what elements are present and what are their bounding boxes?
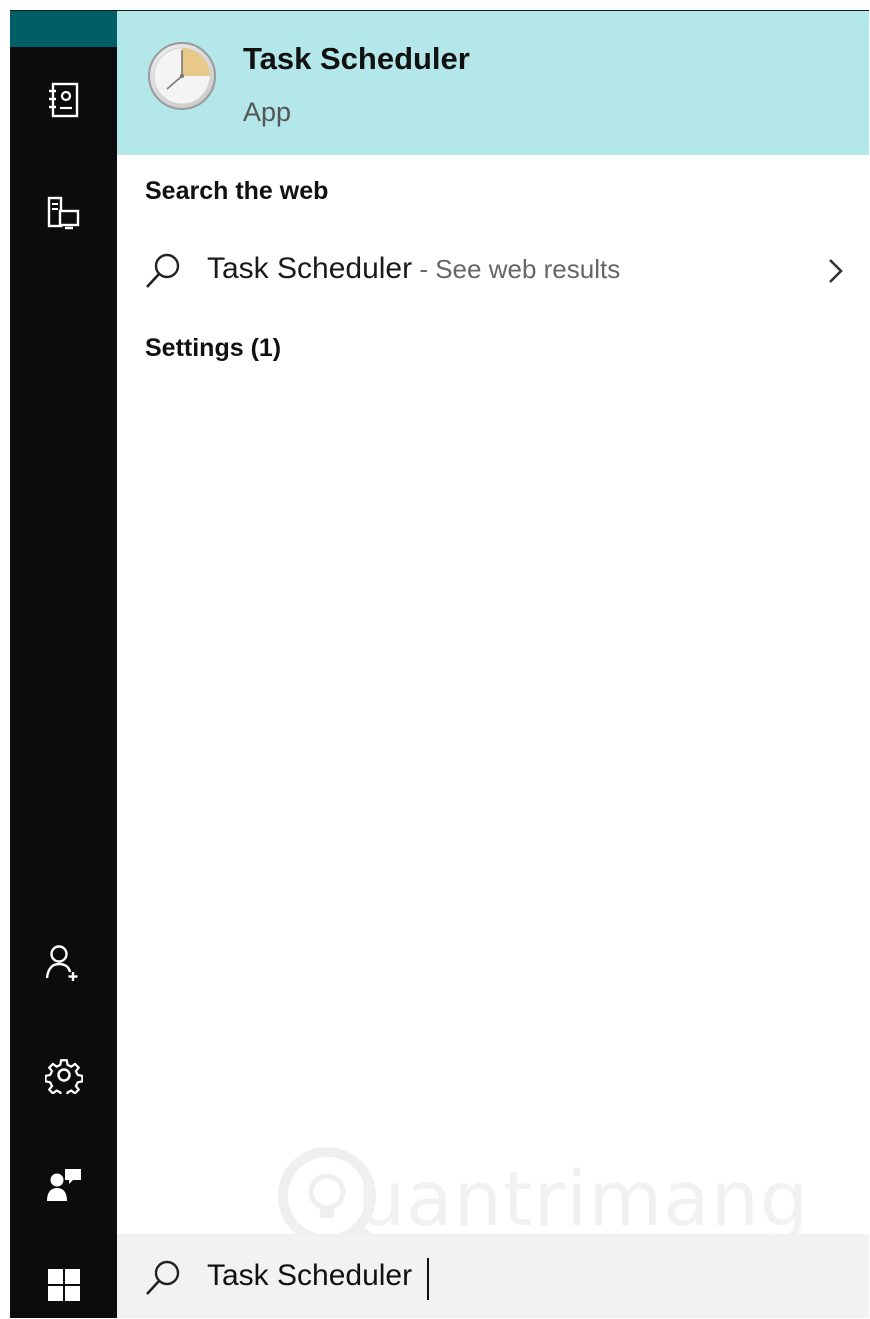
feedback-icon xyxy=(45,1167,83,1203)
task-scheduler-clock-icon xyxy=(147,41,217,116)
windows-start-icon xyxy=(47,1268,81,1302)
devices-button[interactable] xyxy=(10,179,117,247)
web-result-query: Task Scheduler xyxy=(207,252,413,285)
search-the-web-heading: Search the web xyxy=(145,177,329,205)
watermark-text: uantrimang xyxy=(357,1154,810,1243)
left-rail xyxy=(10,11,117,1318)
results-panel: Task Scheduler App Search the web Task S… xyxy=(117,11,869,1318)
chevron-right-icon xyxy=(827,257,845,290)
add-user-icon xyxy=(44,943,84,983)
devices-icon xyxy=(46,195,82,231)
add-user-button[interactable] xyxy=(10,929,117,997)
start-button[interactable] xyxy=(10,1251,117,1318)
search-box[interactable] xyxy=(117,1234,869,1318)
search-icon xyxy=(143,251,183,296)
settings-button[interactable] xyxy=(10,1041,117,1109)
feedback-button[interactable] xyxy=(10,1151,117,1219)
notebook-icon xyxy=(47,82,81,120)
rail-accent-bar xyxy=(10,11,117,47)
web-result-separator: - xyxy=(412,254,436,284)
settings-heading: Settings (1) xyxy=(145,334,282,362)
best-match-title: Task Scheduler xyxy=(243,41,470,76)
settings-gear-icon xyxy=(44,1056,83,1094)
best-match-result[interactable]: Task Scheduler App xyxy=(117,11,869,155)
text-caret xyxy=(427,1258,429,1300)
web-result-hint: See web results xyxy=(435,254,621,284)
search-input[interactable] xyxy=(207,1254,767,1298)
notebook-button[interactable] xyxy=(10,67,117,135)
search-window: Task Scheduler App Search the web Task S… xyxy=(10,10,869,1318)
search-box-icon xyxy=(143,1258,183,1303)
web-result-row[interactable]: Task Scheduler - See web results xyxy=(117,239,869,303)
best-match-subtitle: App xyxy=(243,97,292,127)
